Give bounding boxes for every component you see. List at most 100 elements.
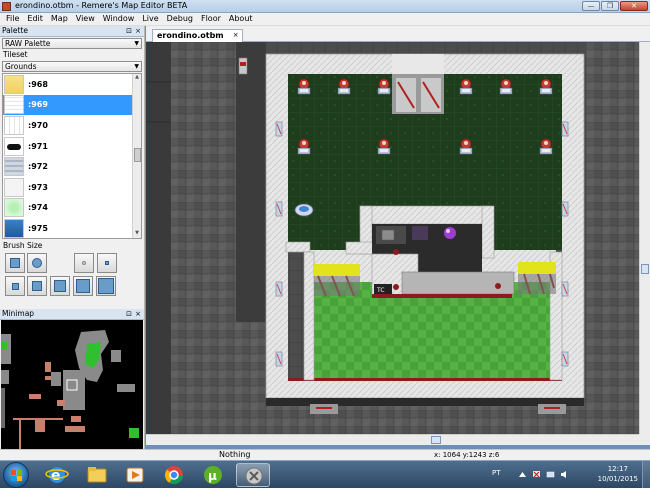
size-grip[interactable] bbox=[639, 434, 650, 445]
tile-list[interactable]: :968 :969 :970 :971 :972 :973 :974 :975 bbox=[2, 73, 142, 239]
minimap-view[interactable] bbox=[1, 320, 143, 456]
map-vertical-scrollbar[interactable] bbox=[639, 42, 650, 434]
menu-bar: File Edit Map View Window Live Debug Flo… bbox=[0, 13, 650, 26]
tile-thumbnail bbox=[4, 74, 24, 94]
brush-size-3-button[interactable] bbox=[5, 276, 25, 296]
chrome-icon[interactable] bbox=[157, 463, 191, 487]
scrollbar-thumb[interactable] bbox=[431, 436, 441, 444]
menu-floor[interactable]: Floor bbox=[197, 13, 225, 25]
svg-text:TC: TC bbox=[376, 287, 385, 294]
brush-size-5-button[interactable] bbox=[50, 276, 70, 296]
menu-file[interactable]: File bbox=[2, 13, 23, 25]
svg-text:µ: µ bbox=[208, 469, 217, 483]
left-panel: Palette ⊡ × RAW Palette ▼ Tileset Ground… bbox=[0, 26, 145, 460]
network-icon[interactable] bbox=[546, 470, 555, 479]
arrow-up-icon[interactable] bbox=[518, 470, 527, 479]
palette-type-select[interactable]: RAW Palette ▼ bbox=[2, 38, 142, 49]
minimap-image bbox=[1, 320, 143, 456]
tile-thumbnail bbox=[4, 177, 24, 197]
menu-debug[interactable]: Debug bbox=[163, 13, 197, 25]
list-item[interactable]: :974 bbox=[3, 198, 141, 219]
close-button[interactable]: ✕ bbox=[620, 1, 648, 11]
clock-time: 12:17 bbox=[607, 465, 628, 473]
file-explorer-icon[interactable] bbox=[80, 463, 114, 487]
scrollbar-thumb[interactable] bbox=[641, 264, 649, 274]
brush-circle-button[interactable] bbox=[27, 253, 47, 273]
list-item[interactable]: :971 bbox=[3, 136, 141, 157]
chevron-down-icon: ▼ bbox=[134, 63, 139, 70]
app-icon bbox=[2, 2, 11, 11]
list-item[interactable]: :975 bbox=[3, 218, 141, 238]
tab-close-icon[interactable]: × bbox=[233, 30, 239, 41]
menu-about[interactable]: About bbox=[225, 13, 257, 25]
tab-label: erondino.otbm bbox=[157, 31, 224, 40]
brush-size-label: Brush Size bbox=[3, 241, 43, 250]
title-bar: erondino.otbm - Remere's Map Editor BETA… bbox=[0, 0, 650, 13]
list-item[interactable]: :970 bbox=[3, 115, 141, 136]
brush-size-4-button[interactable] bbox=[27, 276, 47, 296]
map-canvas[interactable]: TC bbox=[146, 42, 639, 434]
brush-size-7-button[interactable] bbox=[96, 276, 116, 296]
menu-window[interactable]: Window bbox=[99, 13, 139, 25]
window-title: erondino.otbm - Remere's Map Editor BETA bbox=[15, 1, 188, 10]
palette-close-icon[interactable]: × bbox=[135, 26, 141, 36]
tile-thumbnail bbox=[4, 157, 24, 177]
volume-icon[interactable] bbox=[560, 470, 569, 479]
scroll-up-icon[interactable]: ▲ bbox=[133, 74, 141, 82]
tile-thumbnail bbox=[4, 198, 24, 218]
chevron-down-icon: ▼ bbox=[134, 40, 139, 47]
tileset-select[interactable]: Grounds ▼ bbox=[2, 61, 142, 72]
internet-explorer-icon[interactable]: e bbox=[40, 463, 74, 487]
list-item[interactable]: :973 bbox=[3, 177, 141, 198]
minimize-button[interactable]: — bbox=[582, 1, 600, 11]
tileset-value: Grounds bbox=[5, 62, 37, 71]
utorrent-icon[interactable]: µ bbox=[196, 463, 230, 487]
tile-thumbnail bbox=[4, 136, 24, 156]
menu-map[interactable]: Map bbox=[47, 13, 72, 25]
minimap-title: Minimap bbox=[2, 309, 35, 318]
palette-type-value: RAW Palette bbox=[5, 39, 51, 48]
palette-title: Palette bbox=[2, 26, 28, 35]
clock[interactable]: 12:17 10/01/2015 bbox=[598, 464, 638, 484]
clock-date: 10/01/2015 bbox=[597, 475, 638, 483]
menu-live[interactable]: Live bbox=[138, 13, 162, 25]
list-item[interactable]: :972 bbox=[3, 156, 141, 177]
taskbar: e µ PT 12:17 10/01/2015 bbox=[0, 460, 650, 488]
map-horizontal-scrollbar[interactable] bbox=[146, 434, 639, 445]
minimap-close-icon[interactable]: × bbox=[135, 309, 141, 319]
map-editor-taskbar-icon[interactable] bbox=[236, 463, 270, 487]
maximize-button[interactable]: ❐ bbox=[601, 1, 619, 11]
brush-square-button[interactable] bbox=[5, 253, 25, 273]
tab-erondino[interactable]: erondino.otbm × bbox=[152, 29, 243, 42]
tile-thumbnail bbox=[4, 95, 24, 115]
status-bar: Nothing x: 1064 y:1243 z:6 bbox=[0, 449, 650, 460]
tile-thumbnail bbox=[4, 115, 24, 135]
windows-logo-icon bbox=[11, 470, 23, 482]
scroll-down-icon[interactable]: ▼ bbox=[133, 230, 141, 238]
menu-view[interactable]: View bbox=[72, 13, 99, 25]
status-coordinates: x: 1064 y:1243 z:6 bbox=[434, 451, 500, 459]
start-button[interactable] bbox=[3, 462, 29, 488]
minimap-header: Minimap ⊡ × bbox=[0, 309, 144, 320]
list-item[interactable]: :969 bbox=[3, 94, 141, 116]
list-item[interactable]: :968 bbox=[3, 74, 141, 95]
system-tray: PT 12:17 10/01/2015 bbox=[490, 461, 650, 488]
pin-icon[interactable]: ⊡ bbox=[126, 309, 132, 319]
show-desktop-button[interactable] bbox=[642, 461, 650, 488]
tileset-label: Tileset bbox=[3, 50, 28, 59]
pin-icon[interactable]: ⊡ bbox=[126, 26, 132, 36]
tab-strip: erondino.otbm × bbox=[146, 26, 650, 42]
media-player-icon[interactable] bbox=[118, 463, 152, 487]
scrollbar-thumb[interactable] bbox=[134, 148, 141, 162]
brush-size-2-button[interactable] bbox=[97, 253, 117, 273]
brush-size-grid bbox=[0, 251, 144, 307]
palette-header: Palette ⊡ × bbox=[0, 26, 144, 37]
tile-thumbnail bbox=[4, 218, 24, 238]
menu-edit[interactable]: Edit bbox=[23, 13, 47, 25]
brush-size-1-button[interactable] bbox=[74, 253, 94, 273]
tile-list-scrollbar[interactable]: ▲ ▼ bbox=[132, 74, 141, 238]
map-render: TC bbox=[146, 42, 639, 434]
flag-icon[interactable] bbox=[532, 470, 541, 479]
language-indicator[interactable]: PT bbox=[492, 469, 501, 477]
brush-size-6-button[interactable] bbox=[73, 276, 93, 296]
